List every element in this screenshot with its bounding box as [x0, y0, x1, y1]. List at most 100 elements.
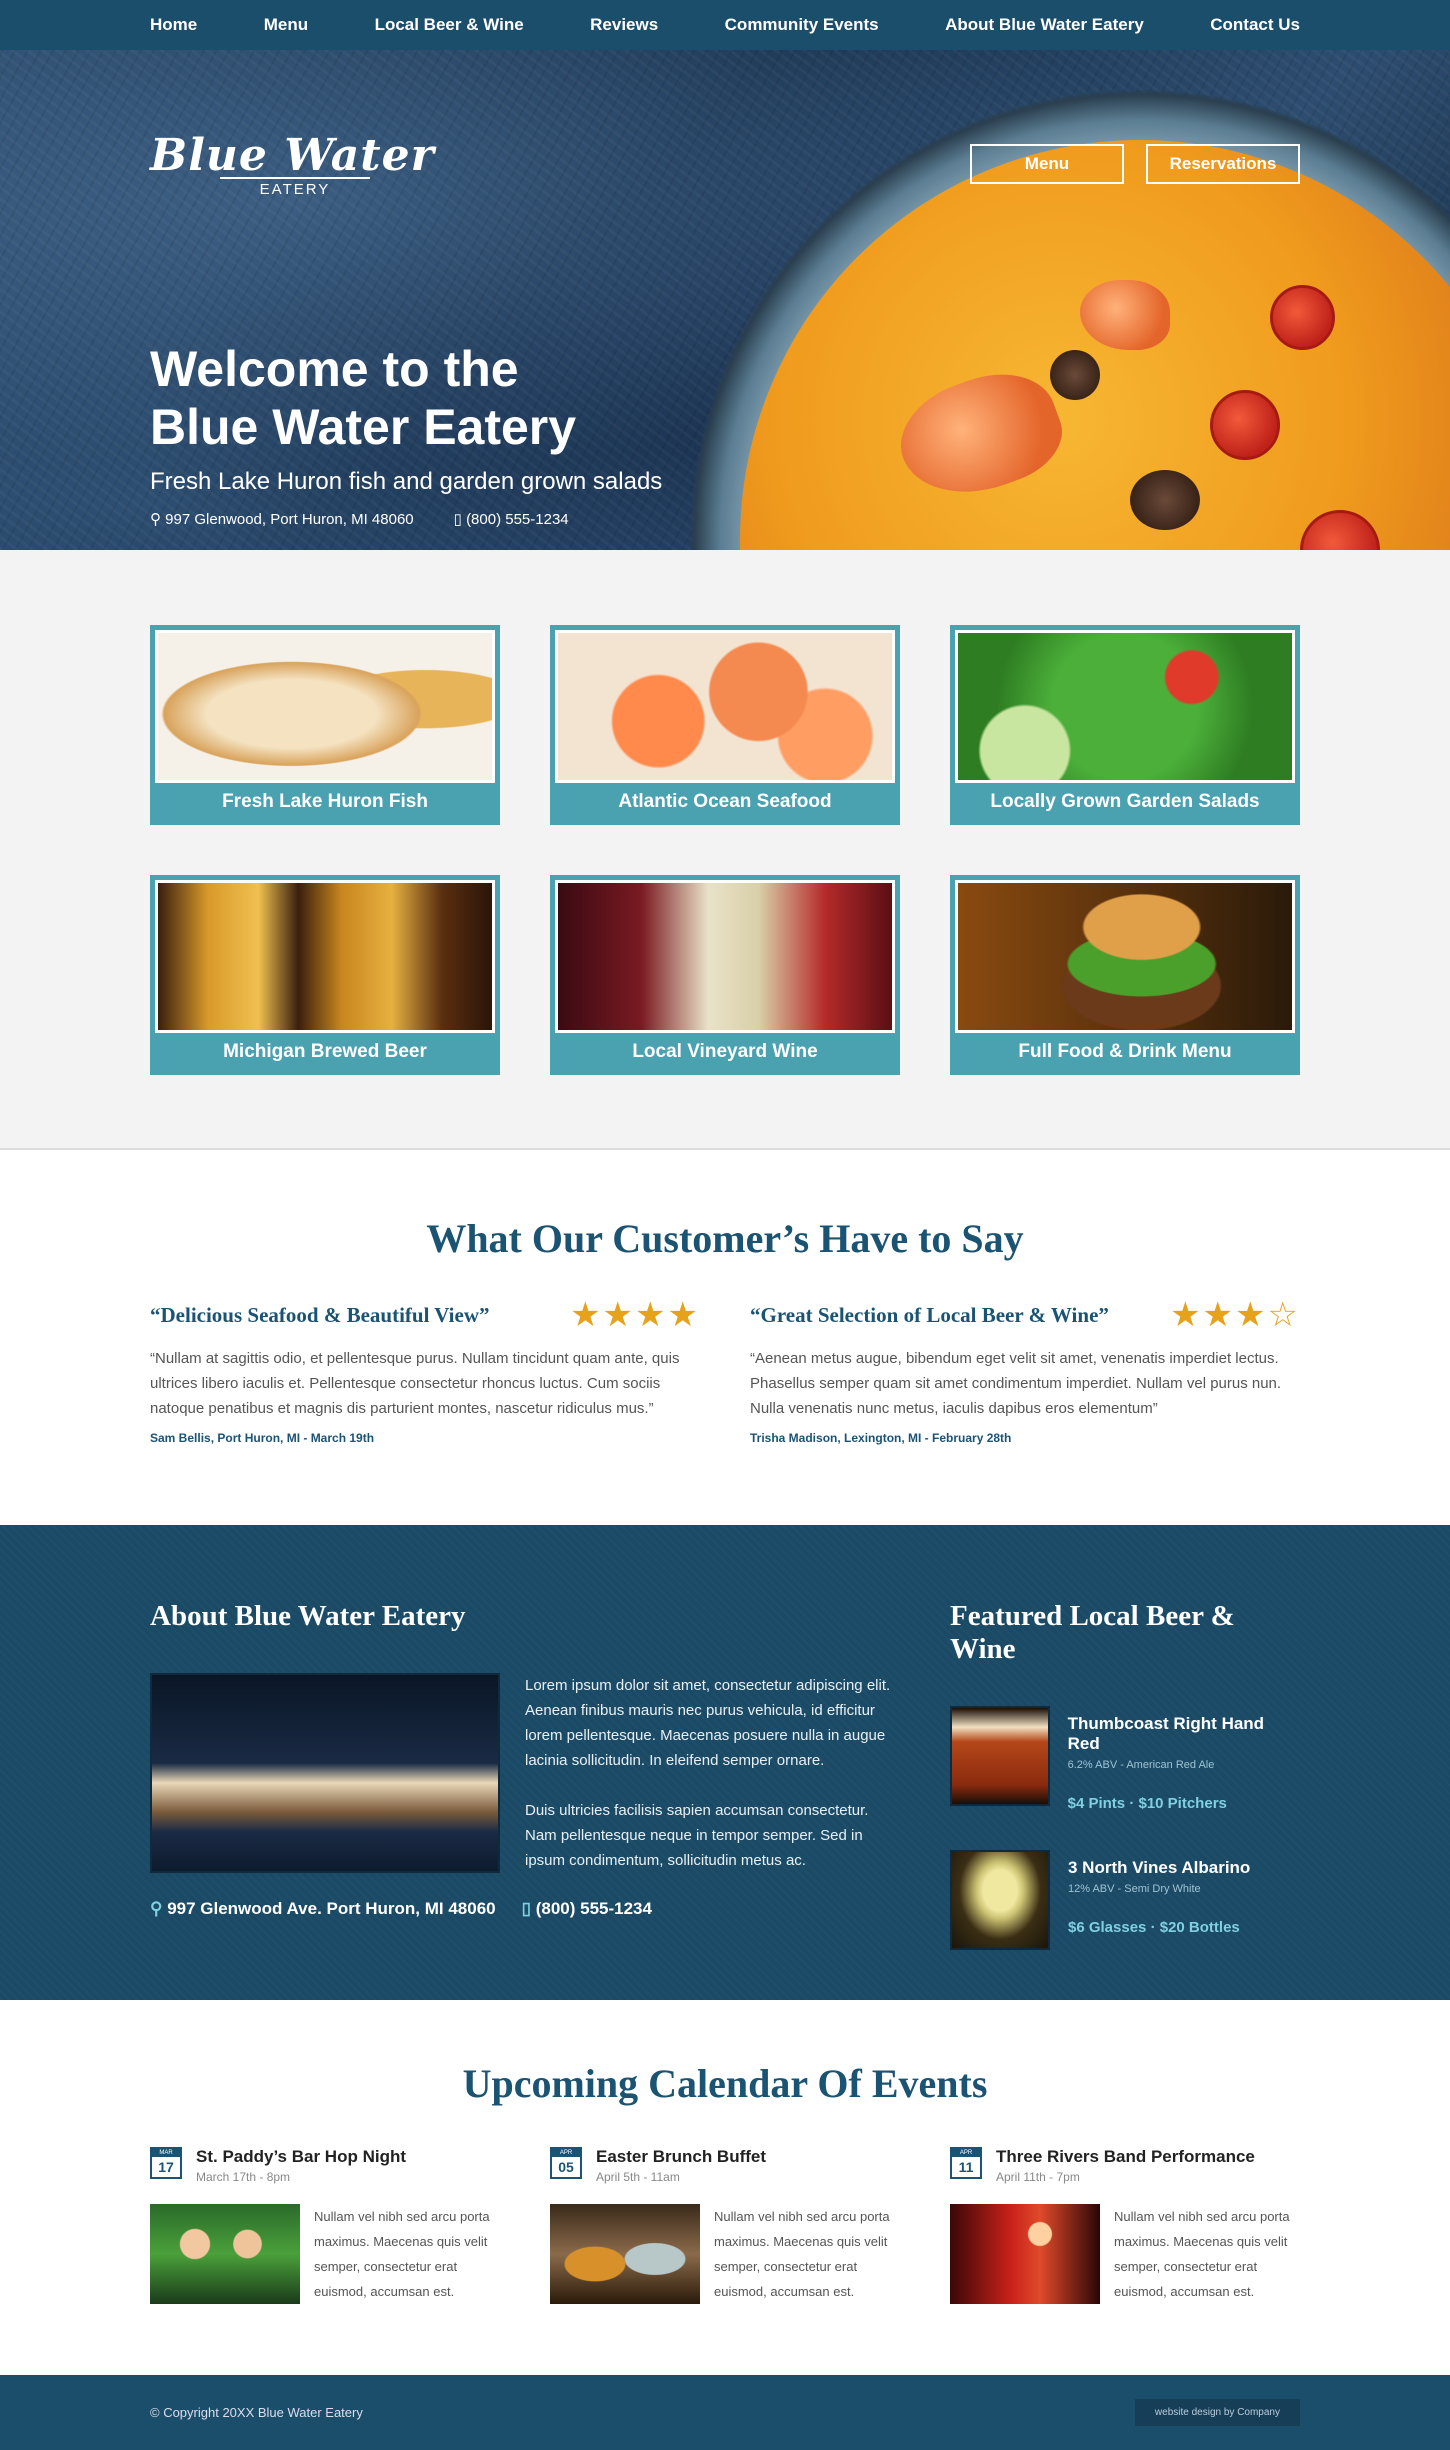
calendar-icon: MAR 17: [150, 2147, 182, 2179]
nav-community-events[interactable]: Community Events: [725, 15, 879, 35]
about-phone[interactable]: ▯ (800) 555-1234: [522, 1899, 652, 1919]
event-description: Nullam vel nibh sed arcu porta maximus. …: [1114, 2209, 1290, 2299]
mushroom-decor: [1130, 470, 1200, 530]
nav-contact[interactable]: Contact Us: [1210, 15, 1300, 35]
star-rating-icon: ★★★☆: [1170, 1296, 1300, 1334]
events-section: Upcoming Calendar Of Events MAR 17 St. Pa…: [0, 2000, 1450, 2375]
event-card[interactable]: MAR 17 St. Paddy’s Bar Hop Night March 17…: [150, 2147, 500, 2304]
about-title: About Blue Water Eatery: [150, 1600, 466, 1632]
phone-icon: ▯: [521, 1899, 536, 1918]
tile-salads[interactable]: Locally Grown Garden Salads: [950, 625, 1300, 825]
tile-salads-image: [955, 630, 1295, 783]
nav-about[interactable]: About Blue Water Eatery: [945, 15, 1144, 35]
about-column: About Blue Water Eatery Lorem ipsum dolo…: [150, 1600, 900, 1950]
menu-button[interactable]: Menu: [970, 144, 1124, 184]
event-description: Nullam vel nibh sed arcu porta maximus. …: [714, 2209, 890, 2299]
hero-address: ⚲ 997 Glenwood, Port Huron, MI 48060: [150, 510, 414, 528]
reservations-button[interactable]: Reservations: [1146, 144, 1300, 184]
featured-item-meta: 12% ABV - Semi Dry White: [1068, 1883, 1201, 1895]
mussel-decor: [1050, 350, 1100, 400]
map-pin-icon: ⚲: [150, 511, 166, 528]
event-photo: [950, 2204, 1100, 2304]
about-address: ⚲ 997 Glenwood Ave. Port Huron, MI 48060: [150, 1899, 496, 1919]
tomato-decor: [1270, 285, 1335, 350]
tile-wine-image: [555, 880, 895, 1033]
hero-text: Welcome to the Blue Water Eatery Fresh L…: [150, 340, 662, 528]
tile-caption: Atlantic Ocean Seafood: [618, 791, 832, 812]
hero-tagline: Fresh Lake Huron fish and garden grown s…: [150, 468, 663, 495]
hero-title-line2: Blue Water Eatery: [150, 399, 577, 455]
tile-caption: Fresh Lake Huron Fish: [222, 791, 428, 812]
about-paragraph: Lorem ipsum dolor sit amet, consectetur …: [525, 1677, 891, 1769]
event-date: April 11th - 7pm: [996, 2170, 1080, 2184]
tile-fish-image: [155, 630, 495, 783]
tomato-decor: [1210, 390, 1280, 460]
review-quote: “Delicious Seafood & Beautiful View”: [150, 1302, 490, 1327]
calendar-icon: APR 11: [950, 2147, 982, 2179]
calendar-day: 17: [158, 2159, 174, 2175]
featured-item-meta: 6.2% ABV - American Red Ale: [1067, 1759, 1215, 1771]
about-paragraph: Duis ultricies facilisis sapien accumsan…: [525, 1802, 869, 1869]
hero-title: Welcome to the Blue Water Eatery: [150, 340, 662, 456]
feature-tiles-section: Fresh Lake Huron Fish Atlantic Ocean Sea…: [0, 550, 1450, 1150]
event-card[interactable]: APR 05 Easter Brunch Buffet April 5th - 1…: [550, 2147, 900, 2304]
reviews-section: What Our Customer’s Have to Say “Delicio…: [0, 1150, 1450, 1525]
copyright-text: © Copyright 20XX Blue Water Eatery: [150, 2405, 363, 2420]
restaurant-night-photo: [150, 1673, 500, 1873]
tile-caption: Full Food & Drink Menu: [1018, 1041, 1232, 1062]
hero-buttons: Menu Reservations: [970, 144, 1300, 184]
tile-caption: Michigan Brewed Beer: [223, 1041, 427, 1062]
featured-item-name: Thumbcoast Right Hand Red: [1067, 1714, 1265, 1753]
event-description: Nullam vel nibh sed arcu porta maximus. …: [314, 2209, 490, 2299]
tile-caption: Local Vineyard Wine: [632, 1041, 818, 1062]
event-photo: [550, 2204, 700, 2304]
nav-home[interactable]: Home: [150, 15, 197, 35]
tile-beer[interactable]: Michigan Brewed Beer: [150, 875, 500, 1075]
featured-title: Featured Local Beer & Wine: [950, 1600, 1235, 1665]
tile-wine[interactable]: Local Vineyard Wine: [550, 875, 900, 1075]
about-section: About Blue Water Eatery Lorem ipsum dolo…: [0, 1525, 1450, 2000]
review-card: “Delicious Seafood & Beautiful View” ★★★…: [150, 1298, 700, 1445]
event-title: Easter Brunch Buffet: [596, 2147, 767, 2166]
hero-title-line1: Welcome to the: [150, 341, 519, 397]
top-navigation: Home Menu Local Beer & Wine Reviews Comm…: [0, 0, 1450, 50]
featured-item[interactable]: Thumbcoast Right Hand Red 6.2% ABV - Ame…: [950, 1706, 1300, 1812]
event-title: St. Paddy’s Bar Hop Night: [196, 2147, 407, 2166]
hero-phone[interactable]: ▯ (800) 555-1234: [454, 510, 569, 528]
review-author: Sam Bellis, Port Huron, MI - March 19th: [150, 1431, 375, 1445]
tile-fish[interactable]: Fresh Lake Huron Fish: [150, 625, 500, 825]
review-body: “Aenean metus augue, bibendum eget velit…: [750, 1350, 1282, 1417]
featured-item-name: 3 North Vines Albarino: [1068, 1858, 1251, 1877]
beer-thumbnail: [950, 1706, 1050, 1806]
calendar-month: APR: [552, 2149, 580, 2157]
calendar-day: 11: [958, 2159, 974, 2175]
calendar-month: APR: [952, 2149, 980, 2157]
hero-contact: ⚲ 997 Glenwood, Port Huron, MI 48060 ▯ (…: [150, 510, 662, 528]
site-logo[interactable]: Blue Water EATERY: [150, 130, 435, 198]
about-contact: ⚲ 997 Glenwood Ave. Port Huron, MI 48060…: [150, 1899, 900, 1919]
review-author: Trisha Madison, Lexington, MI - February…: [750, 1431, 1012, 1445]
nav-local-beer-wine[interactable]: Local Beer & Wine: [375, 15, 524, 35]
featured-item[interactable]: 3 North Vines Albarino 12% ABV - Semi Dr…: [950, 1850, 1300, 1950]
nav-reviews[interactable]: Reviews: [590, 15, 658, 35]
star-rating-icon: ★★★★: [570, 1296, 700, 1334]
featured-column: Featured Local Beer & Wine Thumbcoast Ri…: [950, 1600, 1300, 1950]
tile-beer-image: [155, 880, 495, 1033]
wine-thumbnail: [950, 1850, 1050, 1950]
about-phone-text: (800) 555-1234: [535, 1899, 652, 1918]
calendar-day: 05: [558, 2159, 574, 2175]
hero-address-text: 997 Glenwood, Port Huron, MI 48060: [165, 511, 414, 528]
event-title: Three Rivers Band Performance: [996, 2147, 1255, 2166]
event-date: March 17th - 8pm: [196, 2170, 291, 2184]
review-quote: “Great Selection of Local Beer & Wine”: [750, 1302, 1109, 1327]
calendar-month: MAR: [152, 2149, 180, 2157]
tile-seafood[interactable]: Atlantic Ocean Seafood: [550, 625, 900, 825]
designer-credit-link[interactable]: website design by Company: [1134, 2399, 1300, 2426]
event-date: April 5th - 11am: [596, 2170, 680, 2184]
event-card[interactable]: APR 11 Three Rivers Band Performance Apri…: [950, 2147, 1300, 2304]
tile-full-menu[interactable]: Full Food & Drink Menu: [950, 875, 1300, 1075]
review-card: “Great Selection of Local Beer & Wine” ★…: [750, 1298, 1300, 1445]
tile-caption: Locally Grown Garden Salads: [990, 791, 1260, 812]
about-text: Lorem ipsum dolor sit amet, consectetur …: [525, 1673, 900, 1873]
nav-menu[interactable]: Menu: [264, 15, 308, 35]
